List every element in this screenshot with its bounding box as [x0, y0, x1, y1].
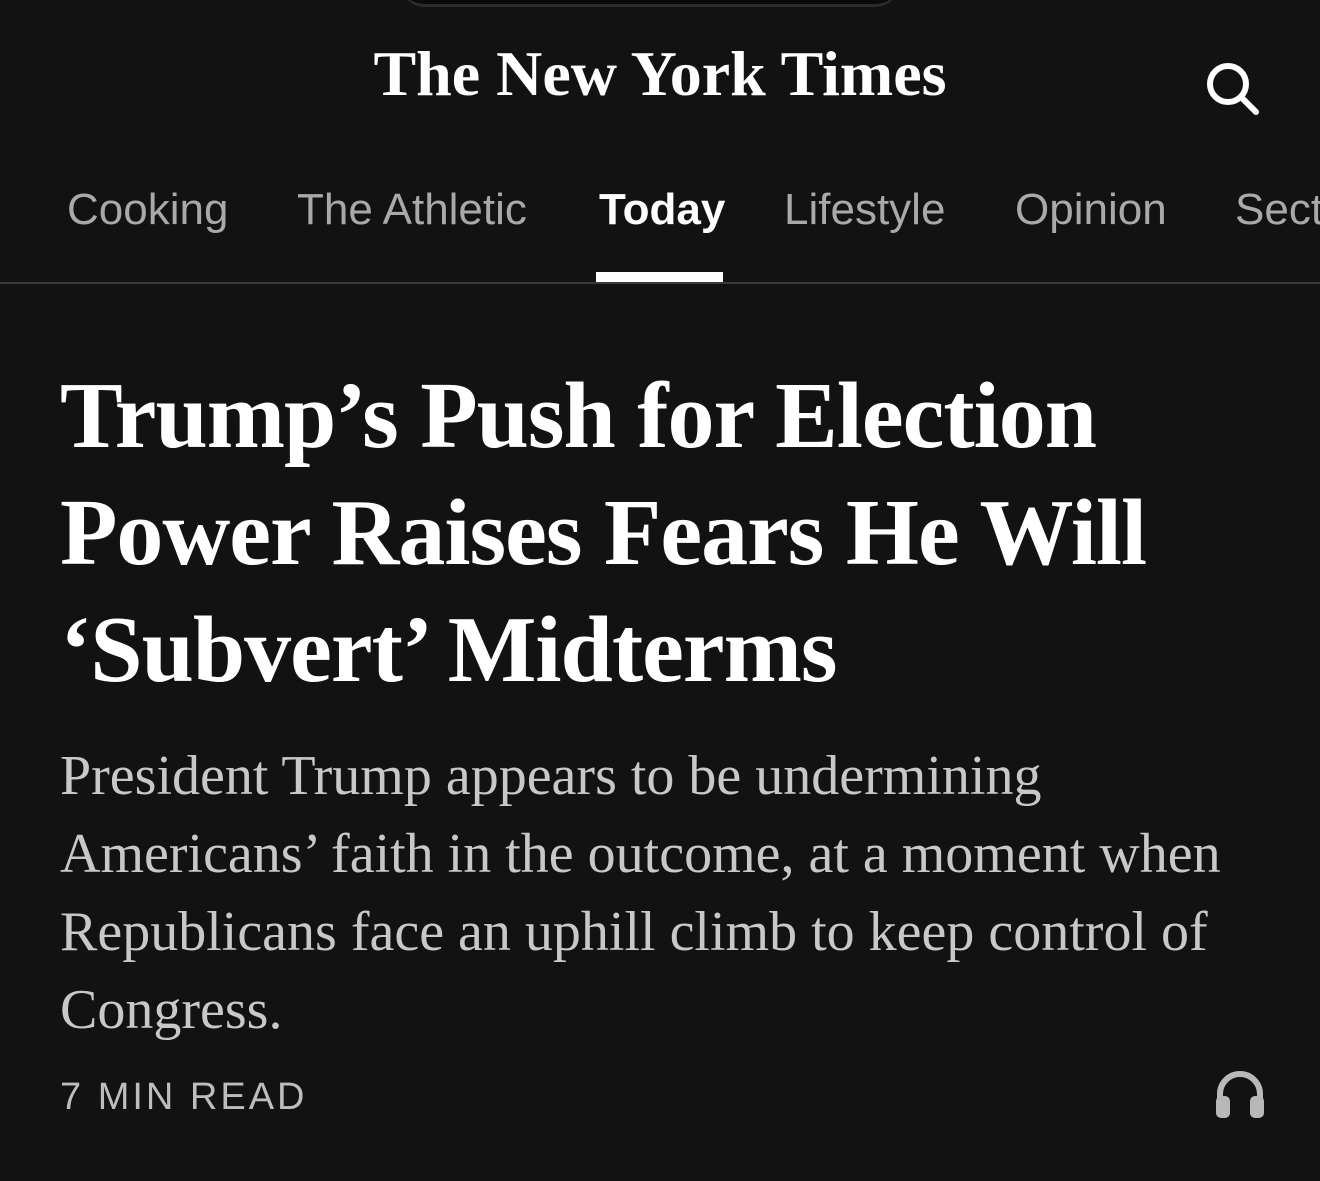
- listen-button[interactable]: [1210, 1066, 1270, 1122]
- active-tab-indicator: [596, 272, 723, 282]
- tab-lifestyle[interactable]: Lifestyle: [784, 182, 945, 238]
- search-icon: [1207, 63, 1259, 115]
- tab-today[interactable]: Today: [599, 182, 725, 238]
- lead-story[interactable]: Trump’s Push for Election Power Raises F…: [60, 358, 1280, 1049]
- search-button[interactable]: [1196, 52, 1268, 124]
- nyt-logo[interactable]: The New York Times: [0, 34, 1320, 114]
- read-time: 7 MIN READ: [60, 1076, 308, 1118]
- masthead: The New York Times: [0, 0, 1320, 150]
- story-headline[interactable]: Trump’s Push for Election Power Raises F…: [60, 358, 1280, 709]
- story-summary: President Trump appears to be underminin…: [60, 745, 1221, 1041]
- tab-opinion[interactable]: Opinion: [1015, 182, 1167, 238]
- tab-sections[interactable]: Sect: [1235, 182, 1320, 238]
- headphones-icon: [1216, 1071, 1264, 1118]
- section-tabs: Cooking The Athletic Today Lifestyle Opi…: [0, 150, 1320, 284]
- tab-cooking[interactable]: Cooking: [67, 182, 228, 238]
- tab-the-athletic[interactable]: The Athletic: [297, 182, 527, 238]
